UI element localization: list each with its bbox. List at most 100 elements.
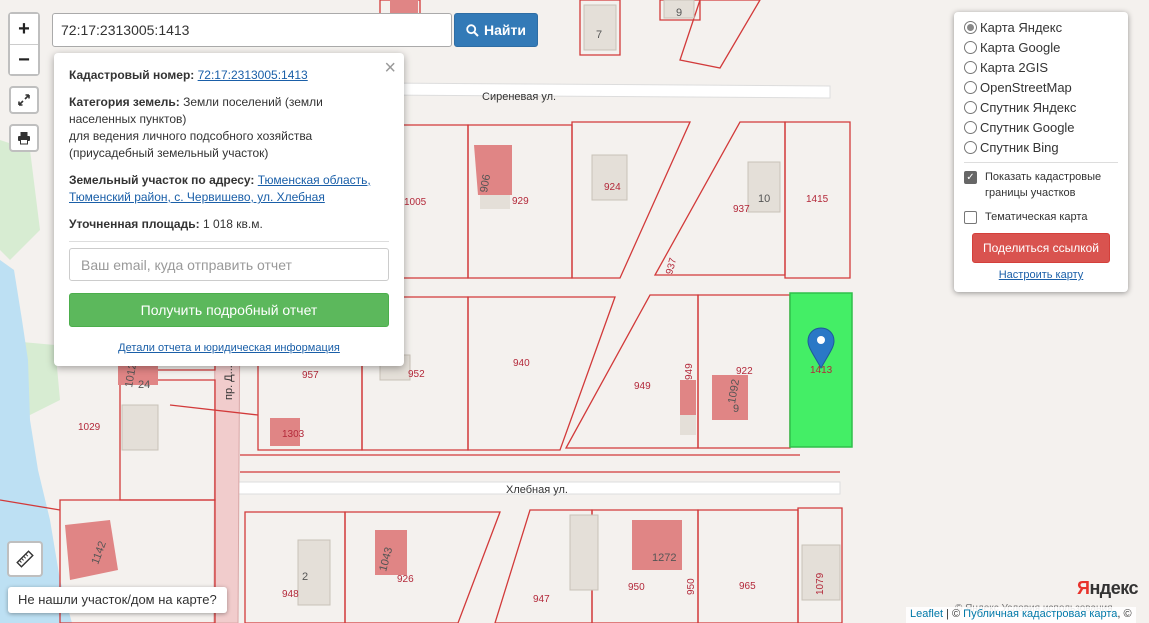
radio-icon[interactable] (964, 20, 977, 34)
attribution-tail: , © (1117, 608, 1132, 620)
street-label: пр. Д... (223, 365, 235, 400)
radio-icon[interactable] (964, 120, 977, 134)
svg-text:949: 949 (634, 381, 651, 392)
svg-text:929: 929 (512, 196, 529, 207)
attribution-separator: | © (943, 608, 964, 620)
category-label: Категория земель: (69, 95, 180, 109)
yandex-logo-rest: ндекс (1089, 578, 1139, 598)
cadastral-number-link[interactable]: 72:17:2313005:1413 (198, 68, 308, 82)
configure-map-link[interactable]: Настроить карту (964, 269, 1118, 281)
svg-text:1272: 1272 (652, 552, 676, 564)
layer-option-openstreetmap[interactable]: OpenStreetMap (964, 77, 1118, 97)
svg-text:1079: 1079 (815, 572, 826, 595)
print-button[interactable] (9, 124, 39, 152)
zoom-control: + − (8, 12, 40, 76)
street-label: Хлебная ул. (506, 484, 568, 496)
yandex-logo-y: Я (1077, 578, 1090, 598)
zoom-out-button[interactable]: − (10, 44, 38, 74)
show-cadastral-toggle[interactable]: ✓ Показать кадастровые границы участков (964, 169, 1118, 201)
svg-text:1005: 1005 (404, 197, 427, 208)
pkk-link[interactable]: Публичная кадастровая карта (963, 608, 1117, 620)
checkbox-icon[interactable] (964, 211, 977, 224)
svg-text:937: 937 (733, 204, 750, 215)
search-icon (466, 23, 479, 37)
svg-text:922: 922 (736, 366, 753, 377)
yandex-logo: Яндекс (1077, 578, 1139, 599)
layer-label: Спутник Google (980, 119, 1075, 135)
svg-text:2: 2 (302, 571, 308, 583)
expand-icon (18, 94, 30, 106)
svg-text:9: 9 (676, 7, 682, 19)
area-value: 1 018 кв.м. (202, 217, 263, 231)
svg-text:950: 950 (686, 578, 697, 595)
radio-icon[interactable] (964, 60, 977, 74)
zoom-in-button[interactable]: + (10, 14, 38, 44)
cadastral-label: Кадастровый номер: (69, 68, 195, 82)
layer-option-yandex-satellite[interactable]: Спутник Яндекс (964, 97, 1118, 117)
measure-button[interactable] (7, 541, 43, 577)
close-icon[interactable]: × (384, 57, 396, 80)
svg-text:952: 952 (408, 369, 425, 380)
svg-text:10: 10 (758, 193, 770, 205)
divider (69, 241, 389, 242)
checkbox-checked-icon[interactable]: ✓ (964, 171, 977, 184)
svg-text:948: 948 (282, 589, 299, 600)
svg-text:949: 949 (684, 363, 695, 380)
svg-text:924: 924 (604, 182, 621, 193)
street-label: Сиреневая ул. (482, 91, 556, 103)
show-cadastral-label: Показать кадастровые границы участков (985, 171, 1102, 199)
radio-icon[interactable] (964, 80, 977, 94)
printer-icon (18, 132, 30, 145)
svg-text:947: 947 (533, 594, 550, 605)
email-field[interactable] (69, 248, 389, 281)
svg-text:1415: 1415 (806, 194, 829, 205)
svg-text:957: 957 (302, 370, 319, 381)
ruler-icon (16, 550, 34, 568)
svg-text:940: 940 (513, 358, 530, 369)
svg-text:1413: 1413 (810, 365, 833, 376)
radio-icon[interactable] (964, 40, 977, 54)
address-label: Земельный участок по адресу: (69, 173, 255, 187)
layer-label: Спутник Яндекс (980, 99, 1077, 115)
thematic-map-label: Тематическая карта (985, 211, 1088, 223)
search-input[interactable] (52, 13, 452, 47)
layers-panel: Карта Яндекс Карта Google Карта 2GIS Ope… (954, 12, 1128, 292)
cadastral-row: Кадастровый номер: 72:17:2313005:1413 (69, 67, 389, 84)
category-purpose: для ведения личного подсобного хозяйства… (69, 129, 313, 160)
divider (964, 162, 1118, 163)
svg-text:7: 7 (596, 29, 602, 41)
leaflet-link[interactable]: Leaflet (910, 608, 943, 620)
layer-option-2gis-map[interactable]: Карта 2GIS (964, 57, 1118, 77)
layer-option-bing-satellite[interactable]: Спутник Bing (964, 137, 1118, 157)
layer-label: OpenStreetMap (980, 79, 1072, 95)
svg-text:926: 926 (397, 574, 414, 585)
search-button[interactable]: Найти (454, 13, 538, 47)
category-row: Категория земель: Земли поселений (земли… (69, 94, 389, 162)
layer-label: Карта Google (980, 39, 1061, 55)
thematic-map-toggle[interactable]: Тематическая карта (964, 209, 1118, 225)
svg-text:1303: 1303 (282, 429, 305, 440)
get-report-button[interactable]: Получить подробный отчет (69, 293, 389, 327)
layer-option-google-satellite[interactable]: Спутник Google (964, 117, 1118, 137)
svg-text:965: 965 (739, 581, 756, 592)
parcel-info-popup: × Кадастровый номер: 72:17:2313005:1413 … (54, 53, 404, 366)
report-details-link[interactable]: Детали отчета и юридическая информация (69, 340, 389, 357)
area-row: Уточненная площадь: 1 018 кв.м. (69, 216, 389, 233)
svg-text:1029: 1029 (78, 422, 101, 433)
not-found-button[interactable]: Не нашли участок/дом на карте? (8, 587, 227, 613)
layer-label: Карта 2GIS (980, 59, 1049, 75)
fullscreen-button[interactable] (9, 86, 39, 114)
layer-option-yandex-map[interactable]: Карта Яндекс (964, 17, 1118, 37)
layer-label: Спутник Bing (980, 139, 1059, 155)
radio-icon[interactable] (964, 100, 977, 114)
map-attribution: Leaflet | © Публичная кадастровая карта,… (906, 607, 1136, 623)
share-link-button[interactable]: Поделиться ссылкой (972, 233, 1110, 263)
search-button-label: Найти (484, 22, 526, 38)
svg-text:24: 24 (138, 379, 150, 391)
radio-icon[interactable] (964, 140, 977, 154)
address-row: Земельный участок по адресу: Тюменская о… (69, 172, 389, 206)
layer-label: Карта Яндекс (980, 19, 1063, 35)
layer-option-google-map[interactable]: Карта Google (964, 37, 1118, 57)
area-label: Уточненная площадь: (69, 217, 200, 231)
svg-text:950: 950 (628, 582, 645, 593)
